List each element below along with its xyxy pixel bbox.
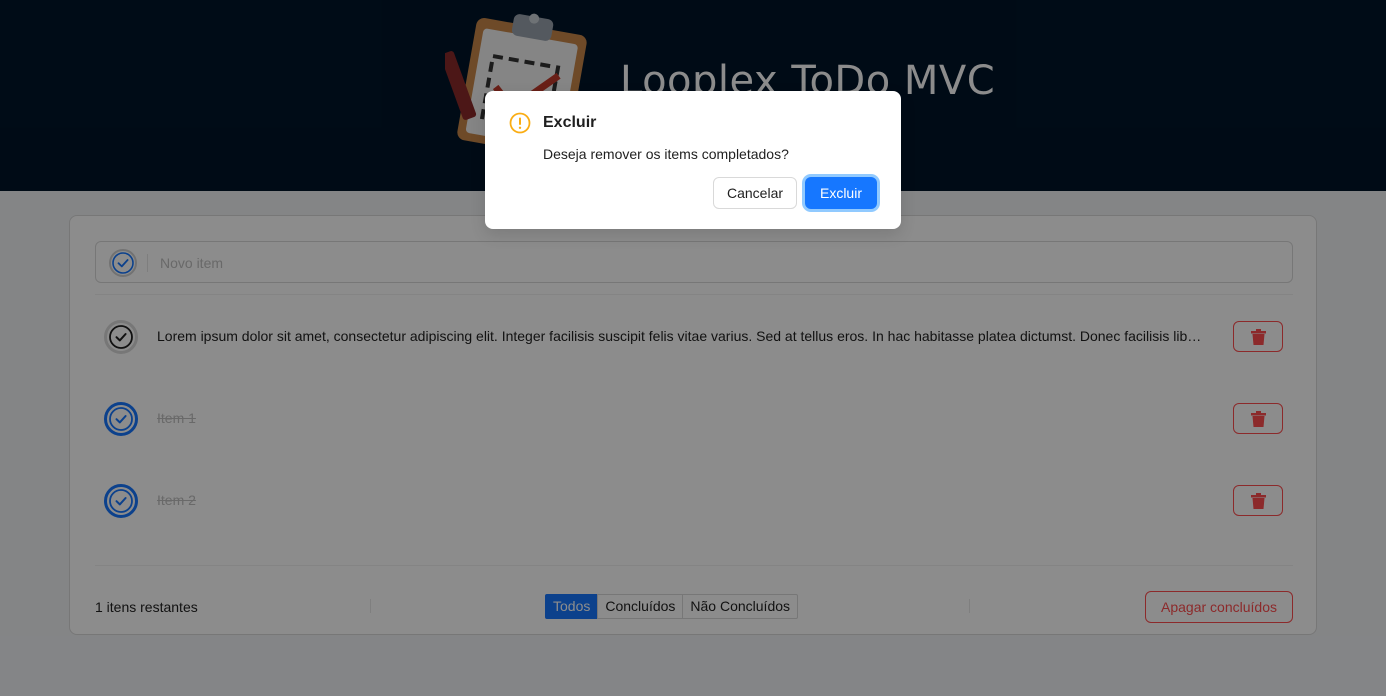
exclamation-circle-icon — [509, 112, 531, 134]
confirm-dialog: Excluir Deseja remover os items completa… — [485, 91, 901, 229]
dialog-content: Deseja remover os items completados? — [543, 146, 789, 162]
dialog-title: Excluir — [543, 114, 597, 131]
cancel-button[interactable]: Cancelar — [713, 177, 797, 209]
confirm-delete-button[interactable]: Excluir — [805, 177, 877, 209]
